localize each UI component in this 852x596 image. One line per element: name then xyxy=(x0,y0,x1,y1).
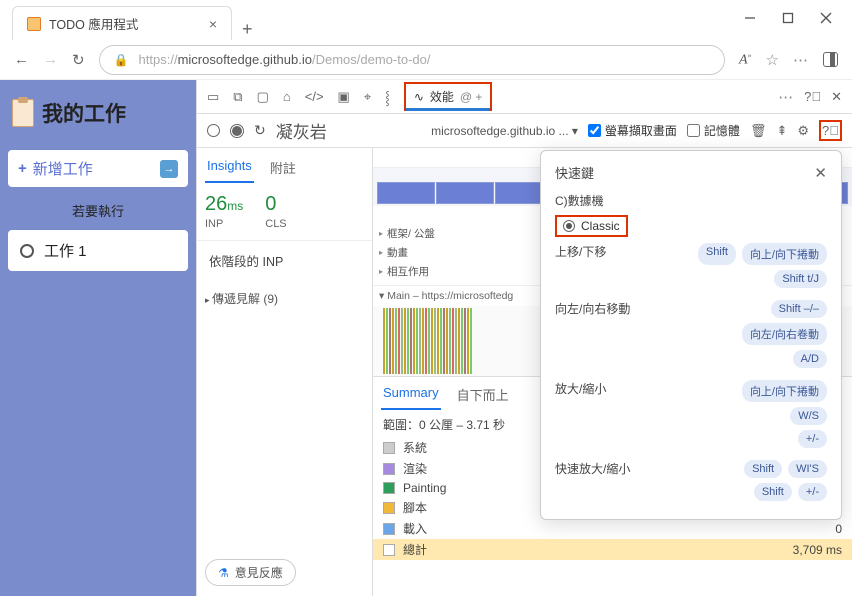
record-dot-button[interactable] xyxy=(230,124,244,138)
gear-icon[interactable]: ⚙ xyxy=(797,123,809,139)
help-button-highlighted[interactable]: ?⃝ xyxy=(819,120,842,141)
upload-icon[interactable]: ⇞ xyxy=(776,123,787,139)
insights-panel: Insights 附註 26ms INP 0 CLS 依階段的 INP 傳遞見解… xyxy=(197,148,373,596)
browser-address-bar: ← → ↻ 🔒 https://microsoftedge.github.io/… xyxy=(0,40,852,80)
network-icon[interactable]: ⸾ xyxy=(385,88,390,106)
shortcuts-popup: 快速鍵 ✕ C)數據機 Classic 上移/下移 Shift 向上/向下捲動 S… xyxy=(540,150,842,520)
tab-title: TODO 應用程式 xyxy=(49,14,201,33)
key: +/- xyxy=(798,483,827,501)
url-text: https://microsoftedge.github.io/Demos/de… xyxy=(139,52,431,67)
key: W/S xyxy=(790,407,827,425)
url-input[interactable]: 🔒 https://microsoftedge.github.io/Demos/… xyxy=(99,45,725,75)
app-sidebar: 我的工作 + 新增工作 → 若要執行 工作 1 xyxy=(0,80,196,596)
home-icon[interactable]: ⌂ xyxy=(283,89,291,104)
recording-title: 凝灰岩 xyxy=(276,118,327,143)
sources-icon[interactable]: </> xyxy=(305,89,324,104)
radio-dot-icon xyxy=(563,220,575,232)
submit-arrow-icon[interactable]: → xyxy=(160,160,178,178)
perf-tab-label: 效能 xyxy=(430,88,454,105)
tab-bottomup[interactable]: 自下而上 xyxy=(455,381,511,410)
bug-icon[interactable]: ⌖ xyxy=(364,89,371,105)
radio-classic-label: Classic xyxy=(581,219,620,233)
elements-icon[interactable]: ▢ xyxy=(257,89,269,105)
nav-back-button[interactable]: ← xyxy=(14,51,29,68)
reload-record-button[interactable]: ↻ xyxy=(254,122,266,139)
browser-titlebar: TODO 應用程式 × + xyxy=(0,0,852,40)
feedback-button[interactable]: ⚗ 意見反應 xyxy=(205,559,296,586)
nav-refresh-button[interactable]: ↻ xyxy=(72,51,85,69)
sc-label-zoom: 放大/縮小 xyxy=(555,380,742,397)
app-title: 我的工作 xyxy=(8,90,188,136)
key: Shift t/J xyxy=(774,270,827,288)
perf-tab-suffix: @ + xyxy=(460,90,483,104)
favorite-icon[interactable]: ☆ xyxy=(766,51,779,69)
tab-summary[interactable]: Summary xyxy=(381,381,441,410)
devtools-more-icon[interactable]: ⋯ xyxy=(778,88,794,106)
sc-label-fastzoom: 快速放大/縮小 xyxy=(555,460,744,477)
devtools-toolbar: ▭ ⧉ ▢ ⌂ </> ▣ ⌖ ⸾ ∿ 效能 @ + ⋯ ?⃝ ✕ xyxy=(197,80,852,114)
device-icon[interactable]: ⧉ xyxy=(233,89,242,105)
metric-cls: 0 CLS xyxy=(265,193,286,230)
key: WI'S xyxy=(788,460,827,478)
hint-text: 若要執行 xyxy=(8,201,188,220)
screenshots-checkbox[interactable]: 螢幕擷取畫面 xyxy=(588,122,677,139)
tab-insights[interactable]: Insights xyxy=(205,154,254,183)
memory-checkbox[interactable]: 記憶體 xyxy=(687,122,740,139)
metrics: 26ms INP 0 CLS xyxy=(197,183,372,240)
tab-favicon-icon xyxy=(27,17,41,31)
metric-inp: 26ms INP xyxy=(205,193,243,230)
new-tab-button[interactable]: + xyxy=(242,19,253,40)
plus-icon: + xyxy=(18,160,27,177)
window-close-button[interactable] xyxy=(820,12,832,24)
key: 向上/向下捲動 xyxy=(742,243,827,265)
summary-total: 總計3,709 ms xyxy=(373,539,852,560)
record-button[interactable] xyxy=(207,124,220,137)
sc-label-updown: 上移/下移 xyxy=(555,243,698,260)
sc-label-lr: 向左/向右移動 xyxy=(555,300,742,317)
key: +/- xyxy=(798,430,827,448)
performance-toolbar: ↻ 凝灰岩 microsoftedge.github.io ... ▾ 螢幕擷取… xyxy=(197,114,852,148)
inspect-icon[interactable]: ▭ xyxy=(207,89,219,105)
key: 向左/向右卷動 xyxy=(742,323,827,345)
insight-section-inp[interactable]: 依階段的 INP xyxy=(197,240,372,280)
devtools-help-icon-top[interactable]: ?⃝ xyxy=(804,89,821,104)
trash-icon[interactable]: 🗑 xyxy=(750,123,767,139)
summary-row: 載入0 xyxy=(383,518,842,539)
key: Shift xyxy=(744,460,782,478)
nav-forward-button: → xyxy=(43,51,58,68)
app-title-text: 我的工作 xyxy=(42,98,126,128)
throttle-dropdown[interactable]: microsoftedge.github.io ... ▾ xyxy=(431,124,578,138)
performance-tab[interactable]: ∿ 效能 @ + xyxy=(404,82,493,111)
tab-close-icon[interactable]: × xyxy=(209,16,217,32)
browser-menu-icon[interactable]: ⋯ xyxy=(793,51,809,69)
shortcuts-title: 快速鍵 xyxy=(555,163,594,182)
window-maximize-button[interactable] xyxy=(782,12,794,24)
perf-wave-icon: ∿ xyxy=(414,90,424,104)
task-label: 工作 1 xyxy=(44,240,87,261)
lock-icon: 🔒 xyxy=(114,53,129,67)
radio-classic[interactable]: Classic xyxy=(555,215,628,237)
key: Shift xyxy=(754,483,792,501)
key: 向上/向下捲動 xyxy=(742,380,827,402)
clipboard-icon xyxy=(12,99,34,127)
flask-icon: ⚗ xyxy=(218,566,229,580)
console-icon[interactable]: ▣ xyxy=(338,89,350,105)
browser-tab[interactable]: TODO 應用程式 × xyxy=(12,6,232,40)
key: A/D xyxy=(793,350,827,368)
window-minimize-button[interactable] xyxy=(744,12,756,24)
sc-modem-label: C)數據機 xyxy=(555,192,827,209)
sidebar-toggle-icon[interactable] xyxy=(823,52,838,67)
insight-link[interactable]: 傳遞見解 (9) xyxy=(197,280,372,317)
key: Shift xyxy=(698,243,736,265)
task-checkbox-icon[interactable] xyxy=(20,244,34,258)
shortcuts-close-icon[interactable]: ✕ xyxy=(814,164,827,182)
read-aloud-icon[interactable]: A» xyxy=(739,51,752,69)
add-task-label: 新增工作 xyxy=(33,158,93,179)
tab-notes[interactable]: 附註 xyxy=(268,154,298,183)
add-task-input[interactable]: + 新增工作 → xyxy=(8,150,188,187)
devtools-close-icon[interactable]: ✕ xyxy=(831,89,842,105)
key: Shift –/– xyxy=(771,300,827,318)
task-item[interactable]: 工作 1 xyxy=(8,230,188,271)
